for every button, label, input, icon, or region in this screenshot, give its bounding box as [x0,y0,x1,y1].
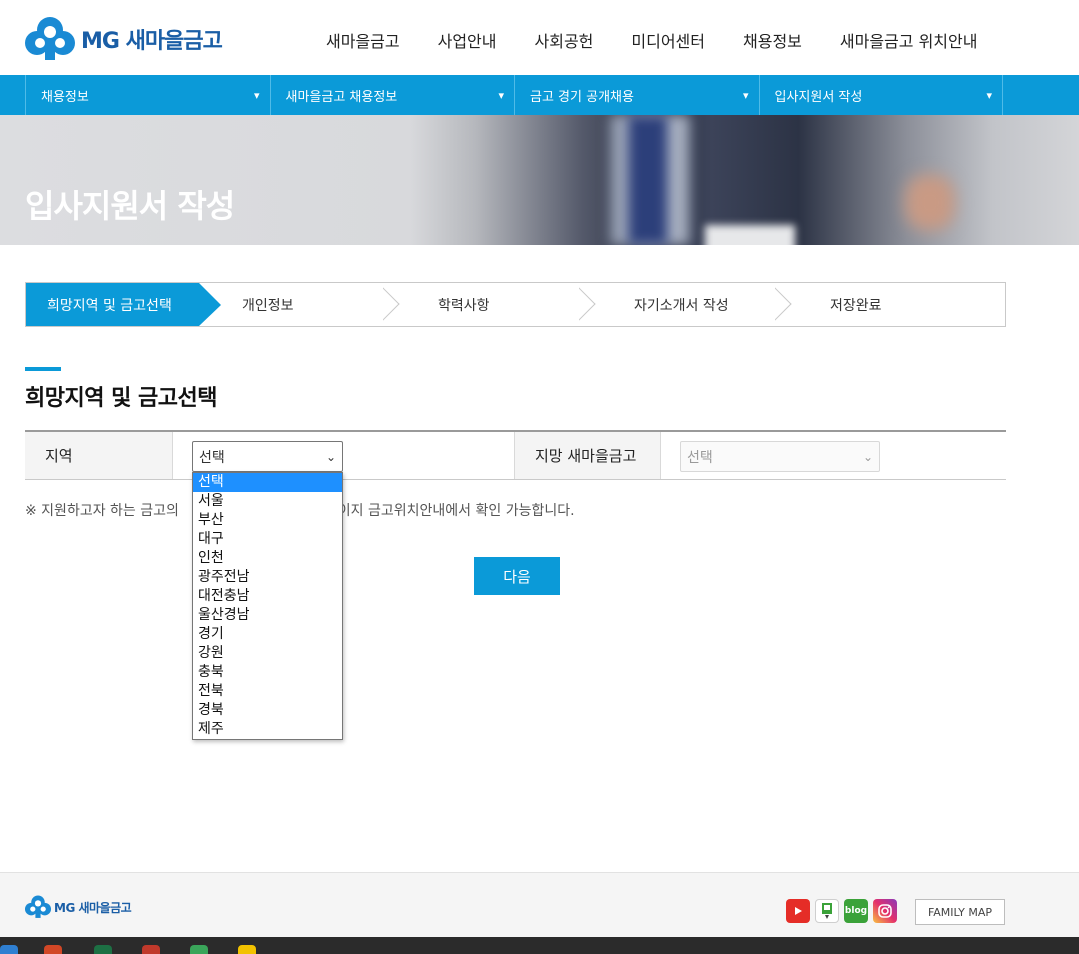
step-education: 학력사항 [395,283,591,326]
option-gangwon[interactable]: 강원 [193,644,342,663]
option-ulsan-gyeongnam[interactable]: 울산경남 [193,606,342,625]
nav-item-saemaul[interactable]: 새마을금고 [326,28,400,52]
step-label: 학력사항 [438,297,490,314]
breadcrumb-label: 입사지원서 작성 [774,89,863,105]
cloud-logo-icon [25,895,51,918]
banner-image-hand [905,175,955,230]
powerpoint-icon[interactable] [44,945,62,954]
step-indicator: 희망지역 및 금고선택 개인정보 학력사항 자기소개서 작성 저장완료 [25,282,1006,327]
region-dropdown-list: 선택 서울 부산 대구 인천 광주전남 대전충남 울산경남 경기 강원 충북 전… [192,472,343,740]
logo-text: MG 새마을금고 [81,29,223,54]
option-daejeon-chungnam[interactable]: 대전충남 [193,587,342,606]
nav-item-recruit[interactable]: 채용정보 [743,28,802,52]
chevron-down-icon: ▾ [986,88,992,102]
nav-item-media[interactable]: 미디어센터 [631,28,705,52]
excel-icon[interactable] [94,945,112,954]
section-accent-bar [25,367,61,371]
breadcrumb-recruit[interactable]: 채용정보 ▾ [25,75,270,115]
step-label: 개인정보 [242,297,294,314]
step-label: 저장완료 [830,297,882,314]
footer-logo[interactable]: MG 새마을금고 [25,895,132,919]
blog-icon[interactable]: blog [844,899,868,923]
breadcrumb-label: 채용정보 [41,89,89,105]
region-form: 지역 선택 ⌄ 지망 새마을금고 선택 ⌄ [25,430,1006,480]
chevron-down-icon: ⌄ [325,449,336,464]
option-incheon[interactable]: 인천 [193,549,342,568]
sns-links: blog [786,899,897,923]
breadcrumb-gyeonggi[interactable]: 금고 경기 공개채용 ▾ [514,75,759,115]
step-personal: 개인정보 [199,283,395,326]
kakaotalk-icon[interactable] [238,945,256,954]
breadcrumb-mg-recruit[interactable]: 새마을금고 채용정보 ▾ [269,75,515,115]
option-gyeongbuk[interactable]: 경북 [193,701,342,720]
step-introduction: 자기소개서 작성 [591,283,787,326]
instagram-icon[interactable] [873,899,897,923]
site-footer: MG 새마을금고 blog FAMILY MAP [0,872,1079,937]
app-icon[interactable] [0,945,18,954]
app-icon[interactable] [142,945,160,954]
breadcrumb-nav: 채용정보 ▾ 새마을금고 채용정보 ▾ 금고 경기 공개채용 ▾ 입사지원서 작… [0,75,1079,115]
notice-text-start: ※ 지원하고자 하는 금고의 [25,503,179,519]
banner-image-tie [628,115,668,245]
blog-label: blog [844,906,868,916]
step-label: 자기소개서 작성 [634,297,729,314]
footer-logo-text: MG 새마을금고 [54,900,132,915]
option-chungbuk[interactable]: 충북 [193,663,342,682]
step-complete: 저장완료 [787,283,1003,326]
mg-logo[interactable]: MG 새마을금고 [25,16,223,62]
chevron-down-icon: ▾ [498,88,504,102]
region-select-value: 선택 [199,449,225,466]
naver-post-icon[interactable] [815,899,839,923]
branch-select-value: 선택 [687,449,713,466]
family-map-button[interactable]: FAMILY MAP [915,899,1005,925]
option-gyeonggi[interactable]: 경기 [193,625,342,644]
nav-item-social[interactable]: 사회공헌 [535,28,594,52]
breadcrumb-label: 금고 경기 공개채용 [530,89,634,105]
chevron-down-icon: ▾ [253,88,260,102]
option-daegu[interactable]: 대구 [193,530,342,549]
option-select[interactable]: 선택 [193,473,342,492]
step-label: 희망지역 및 금고선택 [47,297,172,314]
cloud-logo-icon [25,17,75,60]
next-button[interactable]: 다음 [474,557,560,595]
option-jeonbuk[interactable]: 전북 [193,682,342,701]
option-busan[interactable]: 부산 [193,511,342,530]
youtube-icon[interactable] [786,899,810,923]
os-taskbar [0,937,1079,954]
chevron-down-icon: ▾ [742,88,749,102]
notice-text-end: 이지 금고위치안내에서 확인 가능합니다. [337,503,575,519]
app-icon[interactable] [190,945,208,954]
section-title: 희망지역 및 금고선택 [25,386,217,411]
page-title: 입사지원서 작성 [25,187,235,225]
branch-select[interactable]: 선택 ⌄ [680,441,880,472]
banner-image-card [705,225,795,245]
nav-item-business[interactable]: 사업안내 [438,28,497,52]
region-select[interactable]: 선택 ⌄ [192,441,343,472]
breadcrumb-label: 새마을금고 채용정보 [285,89,398,105]
option-seoul[interactable]: 서울 [193,492,342,511]
nav-item-location[interactable]: 새마을금고 위치안내 [840,28,978,52]
main-nav: 새마을금고 사업안내 사회공헌 미디어센터 채용정보 새마을금고 위치안내 [326,28,977,52]
breadcrumb-application[interactable]: 입사지원서 작성 ▾ [758,75,1003,115]
option-gwangju-jeonnam[interactable]: 광주전남 [193,568,342,587]
site-header: MG 새마을금고 새마을금고 사업안내 사회공헌 미디어센터 채용정보 새마을금… [0,0,1079,75]
branch-label: 지망 새마을금고 [514,432,661,479]
option-jeju[interactable]: 제주 [193,720,342,739]
chevron-down-icon: ⌄ [862,449,873,464]
region-label: 지역 [25,432,172,479]
step-region: 희망지역 및 금고선택 [26,283,221,326]
page-banner: 입사지원서 작성 [0,115,1079,245]
